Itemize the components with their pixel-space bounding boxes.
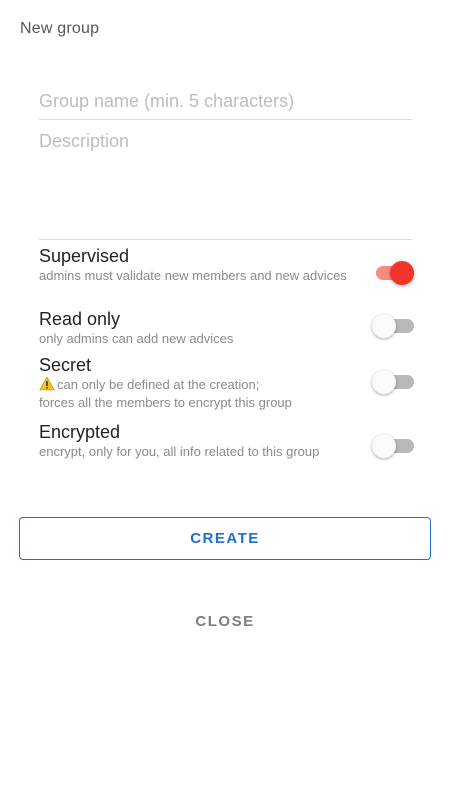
description-field[interactable] [39, 131, 412, 240]
encrypted-toggle[interactable] [372, 434, 414, 458]
option-subtitle-line1: can only be defined at the creation; [57, 377, 260, 392]
option-read-only: Read only only admins can add new advice… [39, 308, 414, 348]
option-title: Encrypted [39, 422, 121, 442]
toggle-thumb [372, 434, 396, 458]
option-subtitle: only admins can add new advices [39, 331, 234, 346]
secret-toggle[interactable] [372, 370, 414, 394]
option-subtitle-line2: forces all the members to encrypt this g… [39, 395, 292, 410]
dialog-title: New group [20, 20, 100, 37]
option-subtitle: admins must validate new members and new… [39, 268, 347, 283]
option-supervised: Supervised admins must validate new memb… [39, 245, 414, 285]
toggle-thumb [372, 370, 396, 394]
option-title: Read only [39, 309, 121, 329]
option-subtitle: can only be defined at the creation; for… [39, 376, 361, 412]
option-encrypted: Encrypted encrypt, only for you, all inf… [39, 421, 414, 461]
toggle-thumb [390, 261, 414, 285]
option-title: Supervised [39, 246, 130, 266]
option-title: Secret [39, 355, 92, 375]
option-subtitle: encrypt, only for you, all info related … [39, 444, 320, 459]
create-button[interactable]: CREATE [19, 517, 431, 560]
read-only-toggle[interactable] [372, 314, 414, 338]
supervised-toggle[interactable] [372, 261, 414, 285]
warning-icon [39, 376, 55, 391]
close-button[interactable]: CLOSE [175, 605, 275, 637]
toggle-thumb [372, 314, 396, 338]
group-name-input[interactable] [39, 88, 412, 114]
group-name-field[interactable] [39, 88, 412, 120]
description-input[interactable] [39, 131, 412, 231]
option-secret: Secret can only be defined at the creati… [39, 354, 414, 412]
